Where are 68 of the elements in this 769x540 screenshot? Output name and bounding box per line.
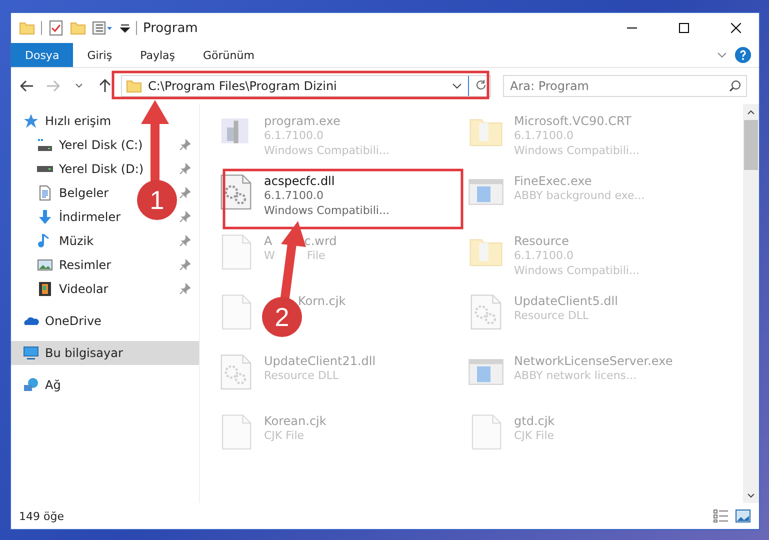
ribbon-tab[interactable]: Paylaş <box>126 43 189 67</box>
large-icons-view-icon[interactable] <box>735 509 751 523</box>
sidebar-item[interactable]: İndirmeler <box>11 205 121 229</box>
help-icon[interactable] <box>735 47 751 63</box>
file-detail: Windows Compatibili... <box>264 203 390 218</box>
sidebar-item[interactable]: Müzik <box>11 229 94 253</box>
right-arrow-icon <box>46 80 60 92</box>
sidebar-item[interactable]: Belgeler <box>11 181 109 205</box>
sidebar-item[interactable]: Videolar <box>11 277 108 301</box>
view-options-icon[interactable] <box>92 20 114 36</box>
file-detail: ABBY background exe... <box>514 188 645 203</box>
up-arrow-icon <box>99 79 111 93</box>
caret-icon <box>75 83 83 89</box>
file-detail: Resource DLL <box>264 368 340 383</box>
document-icon <box>37 185 53 201</box>
computer-icon <box>23 345 39 361</box>
file-detail: Resource DLL <box>514 308 590 323</box>
gear-file-icon <box>218 354 254 390</box>
file-detail: Windows Compatibili... <box>514 143 640 158</box>
film-icon <box>37 281 53 297</box>
gear-file-icon <box>468 294 504 330</box>
ribbon-tab[interactable]: Dosya <box>11 43 74 67</box>
address-bar[interactable]: C:\Program Files\Program Dizini <box>121 75 491 97</box>
file-detail: Windows Compatibili... <box>514 263 640 278</box>
ribbon-tab[interactable]: Görünüm <box>189 43 268 67</box>
picture-icon <box>37 257 53 273</box>
file-detail: Windows Compatibili... <box>264 143 390 158</box>
folder-icon <box>126 78 142 94</box>
sidebar-item[interactable]: Bu bilgisayar <box>11 341 199 365</box>
star-icon <box>23 113 39 129</box>
drive-icon <box>37 137 53 153</box>
window-title: Program <box>143 20 199 36</box>
search-field[interactable]: Ara: Program <box>503 75 747 97</box>
file-detail: 6.1.7100.0 <box>514 248 574 263</box>
ribbon-tab[interactable]: Giriş <box>73 43 126 67</box>
file-detail: File <box>306 248 326 263</box>
file-detail: CJK File <box>514 428 555 443</box>
details-view-icon[interactable] <box>713 509 729 523</box>
file-detail: W <box>264 248 275 263</box>
maximize-icon <box>679 23 689 33</box>
close-icon <box>731 23 741 33</box>
file-detail: 6.1.7100.0 <box>264 128 324 143</box>
refresh-icon <box>475 78 487 90</box>
item-count: 149 öğe <box>19 510 65 522</box>
scrollbar[interactable] <box>743 104 759 503</box>
download-arrow-icon <box>37 209 53 225</box>
file-detail: 6.1.7100.0 <box>514 128 574 143</box>
search-icon <box>729 80 741 92</box>
new-folder-icon <box>70 20 86 36</box>
scrollbar-thumb[interactable] <box>744 120 758 170</box>
properties-icon[interactable] <box>48 20 64 36</box>
customize-toolbar-icon[interactable] <box>120 22 130 34</box>
file-detail: ABBY network licens... <box>514 368 638 383</box>
folder-icon <box>19 20 35 36</box>
left-arrow-icon <box>20 80 34 92</box>
sidebar-item[interactable]: Yerel Disk (D:) <box>11 157 144 181</box>
sidebar-item[interactable]: Resimler <box>11 253 112 277</box>
sidebar-item[interactable]: Yerel Disk (C:) <box>11 133 143 157</box>
network-icon <box>23 377 39 393</box>
dropdown-caret-icon[interactable] <box>452 83 462 89</box>
file-detail: 6.1.7100.0 <box>264 188 324 203</box>
sidebar-item[interactable]: Hızlı erişim <box>11 109 199 133</box>
sidebar-item[interactable]: OneDrive <box>11 309 199 333</box>
gear-file-icon <box>218 174 254 210</box>
file-name[interactable]: acspecfc.dll <box>264 174 390 188</box>
file-detail: CJK File <box>264 428 306 443</box>
sidebar-item[interactable]: Ağ <box>11 373 199 397</box>
drive-icon <box>37 166 53 172</box>
